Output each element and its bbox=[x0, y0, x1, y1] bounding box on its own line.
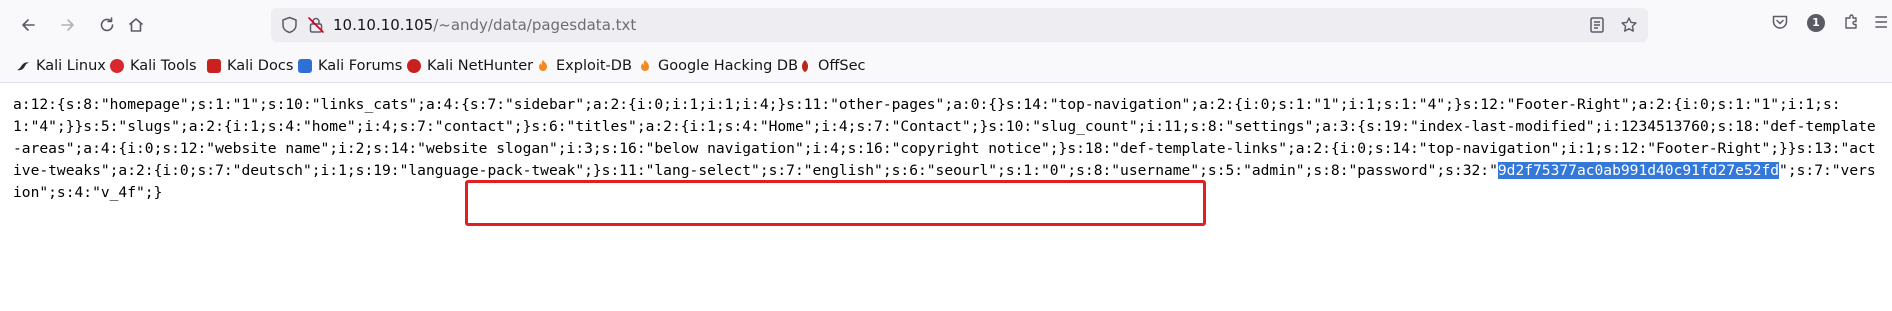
bookmark-kali-linux[interactable]: Kali Linux bbox=[16, 55, 106, 77]
back-button[interactable] bbox=[13, 10, 43, 40]
url-host: 10.10.10.105 bbox=[333, 16, 434, 34]
ghdb-icon bbox=[638, 59, 652, 73]
bookmark-kali-forums[interactable]: Kali Forums bbox=[298, 55, 402, 77]
extensions-icon[interactable] bbox=[1843, 13, 1861, 35]
bookmark-exploit-db[interactable]: Exploit-DB bbox=[536, 55, 632, 77]
bookmark-kali-docs[interactable]: Kali Docs bbox=[207, 55, 293, 77]
kali-dragon-icon bbox=[16, 59, 30, 73]
home-button[interactable] bbox=[121, 10, 151, 40]
kali-docs-icon bbox=[207, 59, 221, 73]
bookmark-star-icon[interactable] bbox=[1620, 16, 1638, 38]
nethunter-icon bbox=[407, 59, 421, 73]
reload-icon bbox=[100, 17, 114, 32]
bookmarks-toolbar: Kali Linux Kali Tools Kali Docs Kali For… bbox=[0, 50, 1892, 83]
url-text[interactable]: 10.10.10.105/~andy/data/pagesdata.txt bbox=[333, 15, 636, 35]
bookmark-label: Kali Docs bbox=[227, 58, 294, 74]
bookmark-label: OffSec bbox=[818, 58, 866, 74]
bookmark-kali-nethunter[interactable]: Kali NetHunter bbox=[407, 55, 533, 77]
reader-view-icon[interactable] bbox=[1588, 16, 1606, 38]
account-badge-count: 1 bbox=[1812, 16, 1820, 29]
bookmark-google-hacking-db[interactable]: Google Hacking DB bbox=[638, 55, 798, 77]
bookmark-label: Kali Linux bbox=[36, 58, 106, 74]
kali-tools-icon bbox=[110, 59, 124, 73]
offsec-icon bbox=[798, 59, 812, 73]
shield-icon[interactable] bbox=[281, 16, 298, 38]
bookmark-label: Kali NetHunter bbox=[427, 58, 534, 74]
home-icon bbox=[128, 18, 144, 32]
file-content-text: a:12:{s:8:"homepage";s:1:"1";s:10:"links… bbox=[13, 94, 1879, 204]
reload-button[interactable] bbox=[92, 10, 122, 40]
account-badge-icon[interactable]: 1 bbox=[1806, 13, 1826, 37]
bookmark-label: Kali Forums bbox=[318, 58, 403, 74]
selected-password-hash[interactable]: 9d2f75377ac0ab991d40c91fd27e52fd bbox=[1497, 162, 1780, 179]
browser-toolbar: 10.10.10.105/~andy/data/pagesdata.txt 1 bbox=[0, 0, 1892, 50]
bookmark-label: Kali Tools bbox=[130, 58, 197, 74]
url-path: /~andy/data/pagesdata.txt bbox=[433, 16, 637, 34]
back-arrow-icon bbox=[22, 19, 35, 31]
url-bar[interactable]: 10.10.10.105/~andy/data/pagesdata.txt bbox=[271, 8, 1648, 42]
menu-icon[interactable] bbox=[1875, 13, 1888, 35]
forward-arrow-icon bbox=[61, 19, 74, 31]
bookmark-kali-tools[interactable]: Kali Tools bbox=[110, 55, 197, 77]
bookmark-label: Exploit-DB bbox=[556, 58, 632, 74]
pocket-icon[interactable] bbox=[1771, 13, 1789, 35]
kali-forums-icon bbox=[298, 59, 312, 73]
insecure-lock-icon[interactable] bbox=[307, 16, 325, 38]
bookmark-offsec[interactable]: OffSec bbox=[798, 55, 866, 77]
exploit-db-icon bbox=[536, 59, 550, 73]
forward-button[interactable] bbox=[53, 10, 83, 40]
bookmark-label: Google Hacking DB bbox=[658, 58, 799, 74]
